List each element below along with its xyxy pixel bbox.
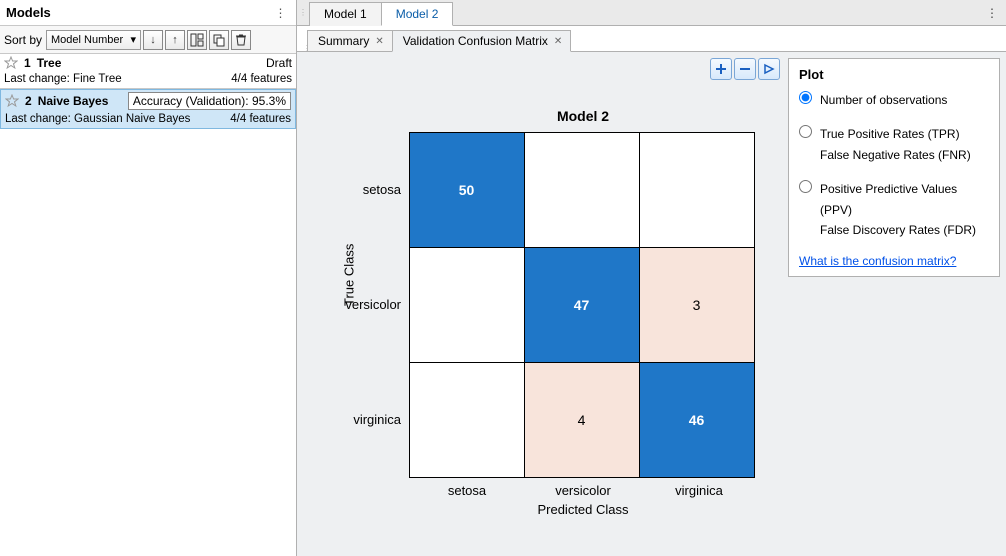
model-last-change: Last change: Gaussian Naive Bayes: [5, 113, 190, 125]
view-tabs: ⋮⋮ Summary✕Validation Confusion Matrix✕: [297, 26, 1006, 52]
model-features: 4/4 features: [230, 113, 291, 125]
sort-desc-button[interactable]: ↓: [143, 30, 163, 50]
model-name: Naive Bayes: [38, 94, 109, 108]
copy-button[interactable]: [209, 30, 229, 50]
zoom-in-button[interactable]: [710, 58, 732, 80]
layout-button[interactable]: [187, 30, 207, 50]
model-number: 2: [25, 94, 32, 108]
model-name: Tree: [37, 56, 62, 70]
option-label: Number of observations: [820, 90, 947, 110]
model-badge: Draft: [266, 56, 292, 70]
favorite-star-icon[interactable]: [4, 56, 18, 70]
plot-options-panel: Plot Number of observations True Positive…: [788, 58, 1000, 277]
close-icon[interactable]: ✕: [375, 36, 383, 47]
radio-input[interactable]: [799, 180, 812, 193]
sort-label: Sort by: [4, 33, 42, 47]
sort-select[interactable]: Model Number ▾: [46, 30, 141, 50]
help-link[interactable]: What is the confusion matrix?: [799, 254, 956, 268]
favorite-star-icon[interactable]: [5, 94, 19, 108]
sort-select-value: Model Number: [51, 34, 123, 46]
model-number: 1: [24, 56, 31, 70]
view-tab[interactable]: Validation Confusion Matrix ✕: [392, 30, 572, 52]
col-label: setosa: [409, 477, 525, 498]
plot-option[interactable]: Positive Predictive Values (PPV)False Di…: [799, 179, 989, 240]
option-label: Positive Predictive Values (PPV)False Di…: [820, 179, 989, 240]
model-badge: Accuracy (Validation): 95.3%: [128, 92, 291, 110]
model-item[interactable]: 1 Tree Draft Last change: Fine Tree 4/4 feat…: [0, 54, 296, 89]
matrix-cell: 47: [524, 247, 640, 363]
col-label: versicolor: [525, 477, 641, 498]
matrix-cell: [639, 132, 755, 248]
tab-label: Validation Confusion Matrix: [403, 34, 548, 48]
plot-option[interactable]: True Positive Rates (TPR)False Negative …: [799, 124, 989, 165]
plot-option[interactable]: Number of observations: [799, 90, 989, 110]
view-menu-icon[interactable]: ⋮: [978, 6, 1006, 20]
matrix-cell: [524, 132, 640, 248]
model-tab[interactable]: Model 2: [381, 2, 454, 26]
row-label: setosa: [337, 182, 409, 197]
model-tabs: ⋮⋮ Model 1Model 2 ⋮: [297, 0, 1006, 26]
chart-area: Model 2 True Class setosa50versicolor473…: [297, 52, 788, 556]
confusion-matrix: Model 2 True Class setosa50versicolor473…: [337, 132, 757, 517]
expand-button[interactable]: [758, 58, 780, 80]
row-label: virginica: [337, 412, 409, 427]
radio-input[interactable]: [799, 125, 812, 138]
model-item[interactable]: 2 Naive Bayes Accuracy (Validation): 95.3%…: [0, 89, 296, 129]
models-title: Models: [6, 5, 51, 20]
matrix-cell: 4: [524, 362, 640, 478]
chevron-down-icon: ▾: [130, 33, 136, 46]
chart-title: Model 2: [557, 108, 609, 124]
matrix-cell: 3: [639, 247, 755, 363]
col-label: virginica: [641, 477, 757, 498]
matrix-cell: 46: [639, 362, 755, 478]
models-panel: Models ⋮ Sort by Model Number ▾ ↓ ↑ 1 Tre…: [0, 0, 297, 556]
model-features: 4/4 features: [231, 73, 292, 85]
model-last-change: Last change: Fine Tree: [4, 73, 122, 85]
zoom-out-button[interactable]: [734, 58, 756, 80]
x-axis-label: Predicted Class: [409, 498, 757, 517]
models-menu-icon[interactable]: ⋮: [270, 6, 290, 20]
tab-label: Summary: [318, 34, 369, 48]
y-axis-label: True Class: [342, 244, 357, 306]
matrix-cell: [409, 362, 525, 478]
option-label: True Positive Rates (TPR)False Negative …: [820, 124, 971, 165]
delete-button[interactable]: [231, 30, 251, 50]
model-tab[interactable]: Model 1: [309, 2, 382, 26]
radio-input[interactable]: [799, 91, 812, 104]
plot-panel-title: Plot: [799, 67, 989, 82]
sort-asc-button[interactable]: ↑: [165, 30, 185, 50]
close-icon[interactable]: ✕: [554, 36, 562, 47]
view-tab[interactable]: Summary ✕: [307, 30, 393, 51]
matrix-cell: 50: [409, 132, 525, 248]
matrix-cell: [409, 247, 525, 363]
